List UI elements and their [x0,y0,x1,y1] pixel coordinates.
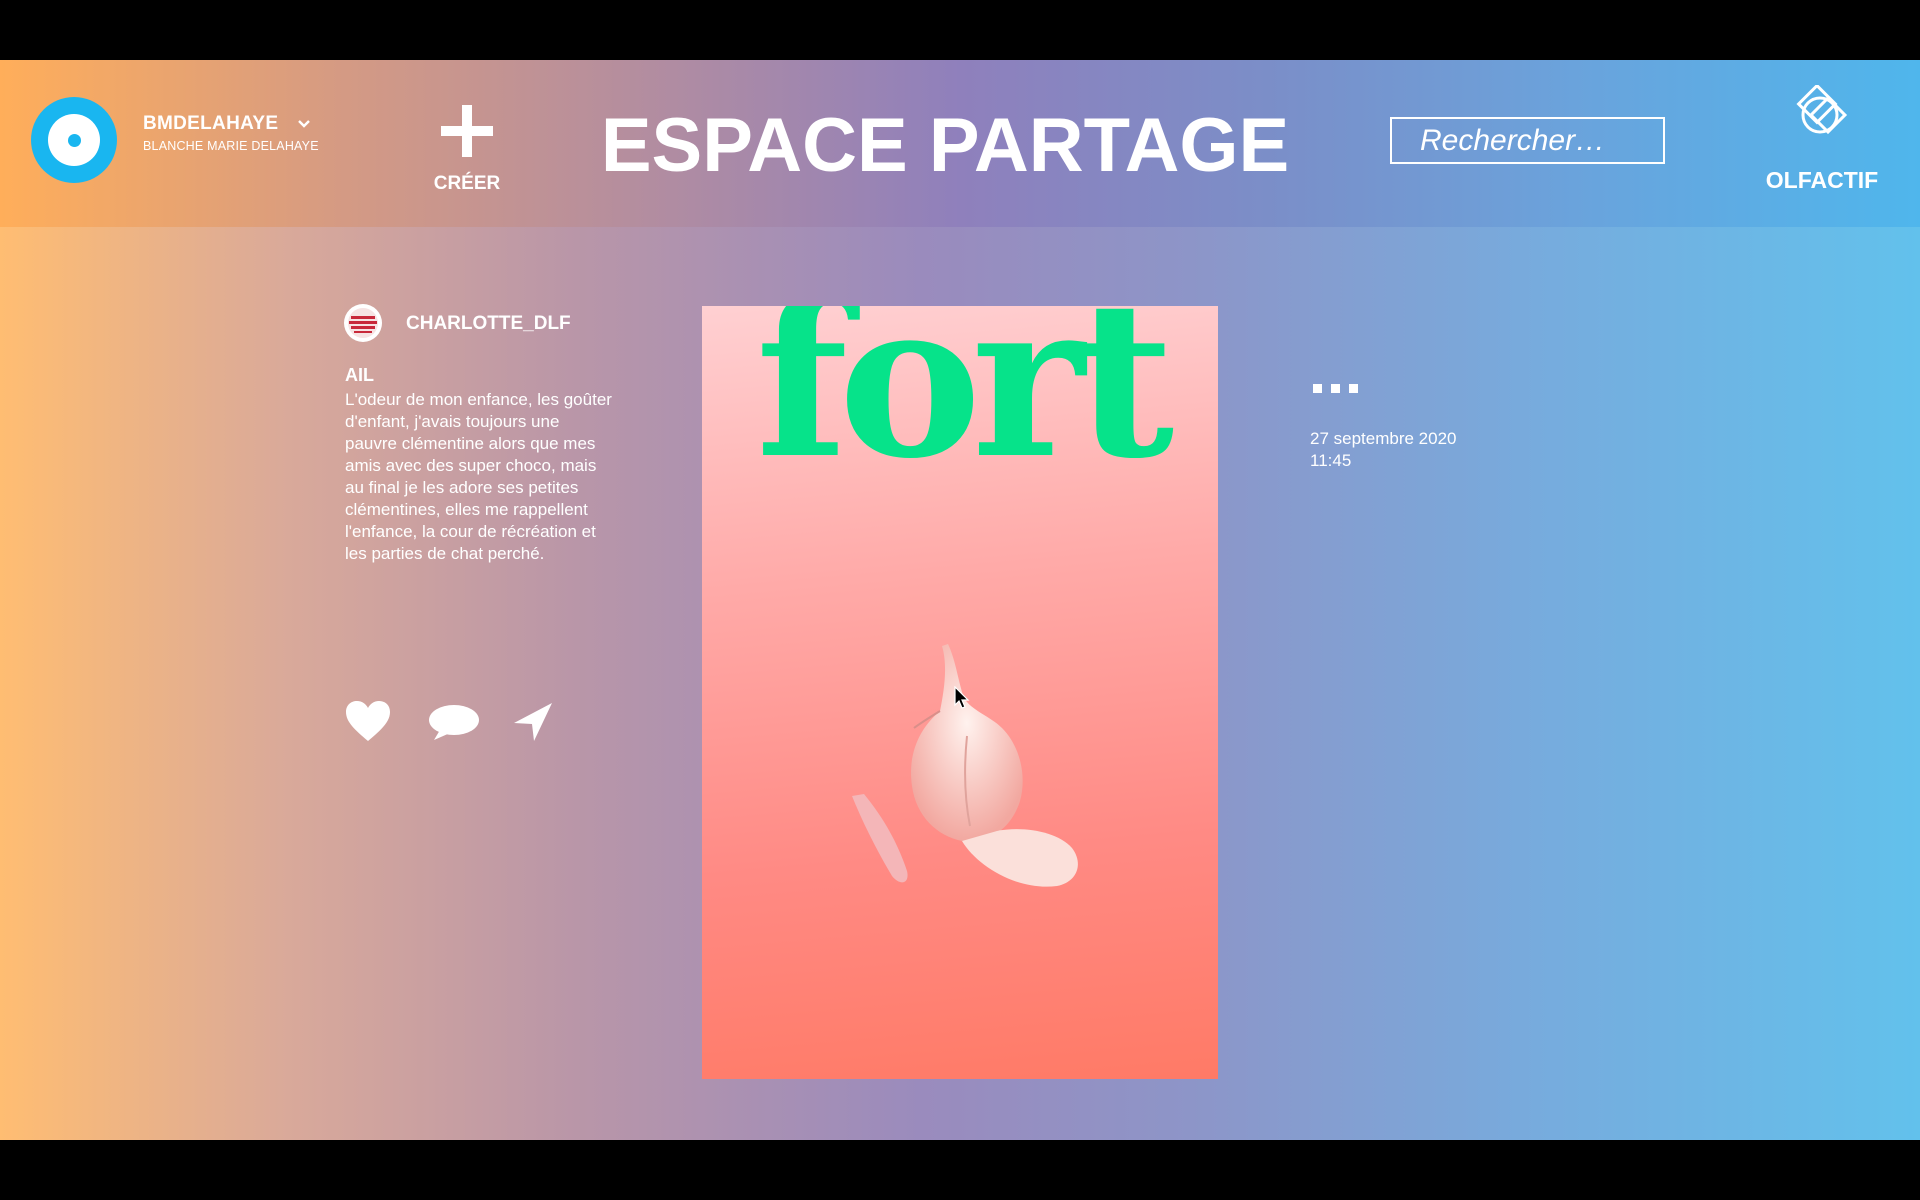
more-dots-icon [1313,384,1322,393]
post-time: 11:45 [1310,451,1352,470]
create-label: CRÉER [433,173,501,194]
top-header: BMDELAHAYE BLANCHE MARIE DELAHAYE CRÉER … [0,60,1920,227]
page-title: ESPACE PARTAGE [600,103,1290,188]
user-full-name: BLANCHE MARIE DELAHAYE [143,139,319,153]
app-window: BMDELAHAYE BLANCHE MARIE DELAHAYE CRÉER … [0,60,1920,1140]
heart-icon [346,701,390,741]
author-avatar[interactable] [344,304,382,342]
post-body: L'odeur de mon enfance, les goûter d'enf… [345,390,612,563]
share-button[interactable] [512,701,554,748]
author-avatar-image [348,308,378,338]
username[interactable]: BMDELAHAYE [143,113,278,135]
like-button[interactable] [345,700,391,747]
garlic-illustration [852,644,1078,887]
create-button[interactable]: CRÉER [427,105,507,215]
author-name[interactable]: CHARLOTTE_DLF [406,313,571,335]
avatar-target-icon [48,114,100,166]
brand-name: OLFACTIF [1765,167,1879,193]
user-avatar[interactable] [31,97,117,183]
post-title: AIL [345,365,374,385]
olfactif-logo-icon [1796,85,1848,135]
comment-icon [429,705,479,740]
comment-button[interactable] [428,704,480,747]
search-input[interactable] [1390,117,1665,164]
post-image-word: fort [755,306,1174,506]
mouse-cursor-icon [954,686,970,709]
chevron-down-icon[interactable] [296,116,312,132]
post-date: 27 septembre 2020 [1310,429,1457,448]
send-icon [514,703,552,741]
brand-logo[interactable]: OLFACTIF [1752,85,1892,205]
more-options-button[interactable] [1313,380,1368,393]
plus-icon [441,105,493,157]
